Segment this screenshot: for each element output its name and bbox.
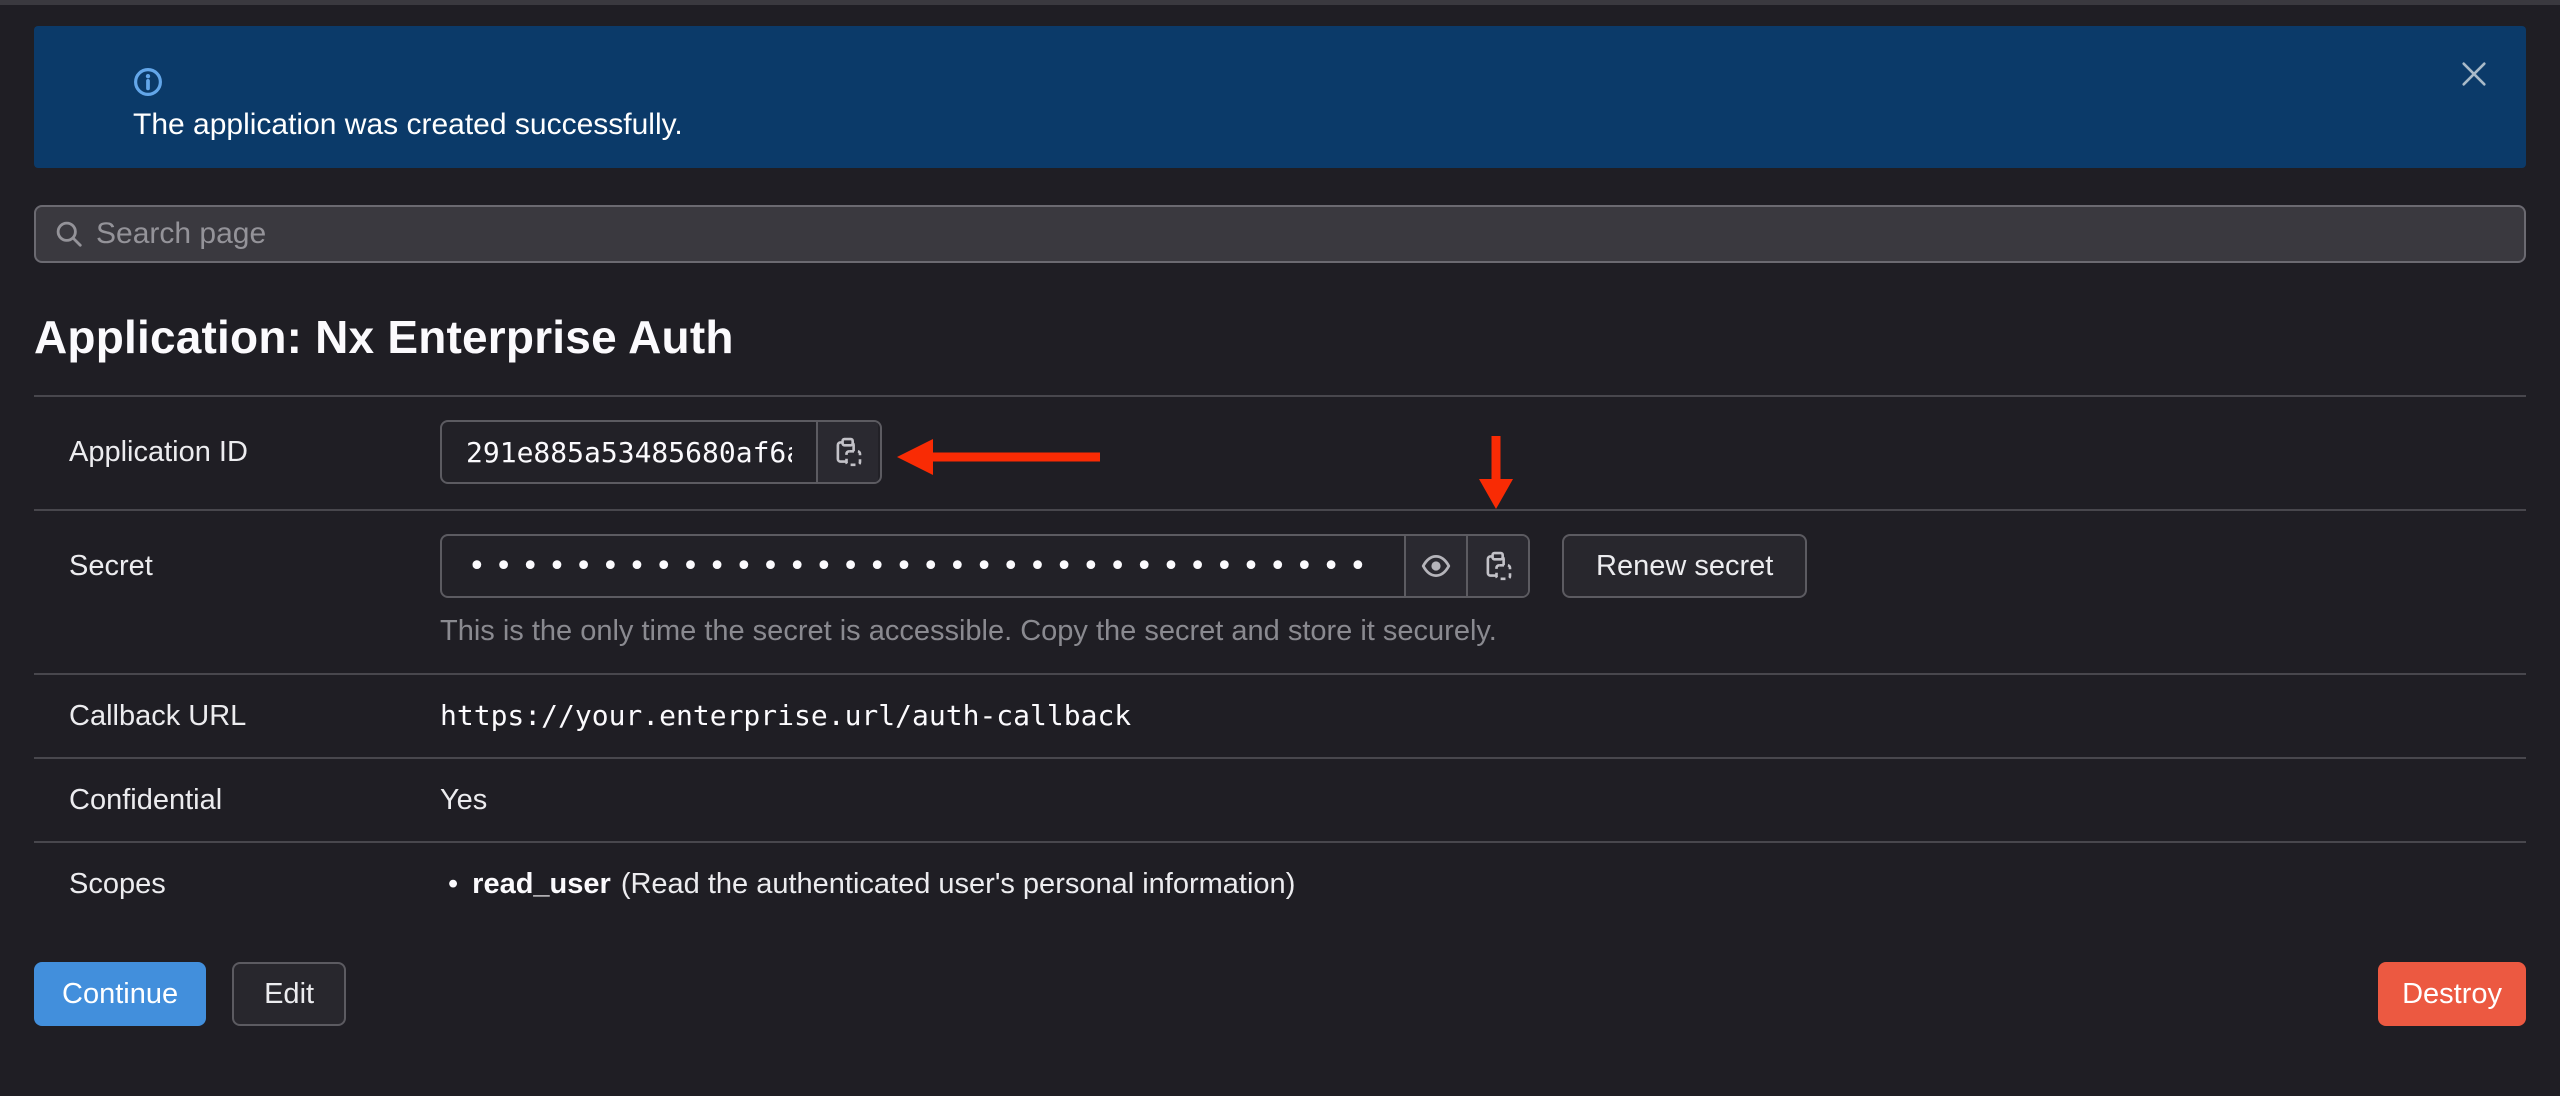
- scope-item: • read_user (Read the authenticated user…: [440, 867, 2526, 901]
- confidential-value: Yes: [440, 783, 2526, 817]
- renew-secret-button[interactable]: Renew secret: [1562, 534, 1807, 598]
- secret-helper-text: This is the only time the secret is acce…: [440, 614, 2526, 648]
- search-icon: [54, 219, 84, 249]
- copy-secret-button[interactable]: [1466, 536, 1528, 596]
- scope-bullet: •: [448, 867, 458, 901]
- application-id-field-group: [440, 420, 882, 484]
- scopes-row: Scopes • read_user (Read the authenticat…: [34, 841, 2526, 927]
- scopes-label: Scopes: [34, 867, 440, 901]
- scope-description: (Read the authenticated user's personal …: [621, 867, 1296, 901]
- alert-close-button[interactable]: [2452, 52, 2496, 96]
- application-id-label: Application ID: [34, 420, 440, 469]
- confidential-row: Confidential Yes: [34, 757, 2526, 841]
- copy-icon: [833, 437, 863, 467]
- copy-icon: [1483, 551, 1513, 581]
- callback-url-value: https://your.enterprise.url/auth-callbac…: [440, 699, 2526, 733]
- eye-icon: [1420, 550, 1452, 582]
- application-id-row: Application ID: [34, 395, 2526, 509]
- callback-url-row: Callback URL https://your.enterprise.url…: [34, 673, 2526, 757]
- application-details-table: Application ID Secret: [34, 395, 2526, 927]
- success-alert-banner: The application was created successfully…: [34, 26, 2526, 168]
- secret-field-group: [440, 534, 1530, 598]
- window-top-edge: [0, 0, 2560, 5]
- reveal-secret-button[interactable]: [1404, 536, 1466, 596]
- continue-button[interactable]: Continue: [34, 962, 206, 1026]
- page-search: [34, 205, 2526, 263]
- secret-label: Secret: [34, 534, 440, 583]
- copy-application-id-button[interactable]: [816, 422, 878, 482]
- destroy-button[interactable]: Destroy: [2378, 962, 2526, 1026]
- footer-actions: Continue Edit Destroy: [34, 962, 2526, 1026]
- scopes-list: • read_user (Read the authenticated user…: [440, 867, 2526, 901]
- scope-name: read_user: [472, 867, 611, 901]
- secret-row: Secret: [34, 509, 2526, 673]
- search-input[interactable]: [96, 217, 2506, 251]
- edit-button[interactable]: Edit: [232, 962, 346, 1026]
- close-icon: [2459, 59, 2489, 89]
- page-title: Application: Nx Enterprise Auth: [34, 309, 2526, 365]
- alert-message: The application was created successfully…: [133, 108, 2526, 142]
- secret-masked-input[interactable]: [442, 536, 1404, 596]
- application-id-input[interactable]: [442, 422, 816, 482]
- confidential-label: Confidential: [34, 783, 440, 817]
- info-circle-icon: [133, 67, 163, 97]
- callback-url-label: Callback URL: [34, 699, 440, 733]
